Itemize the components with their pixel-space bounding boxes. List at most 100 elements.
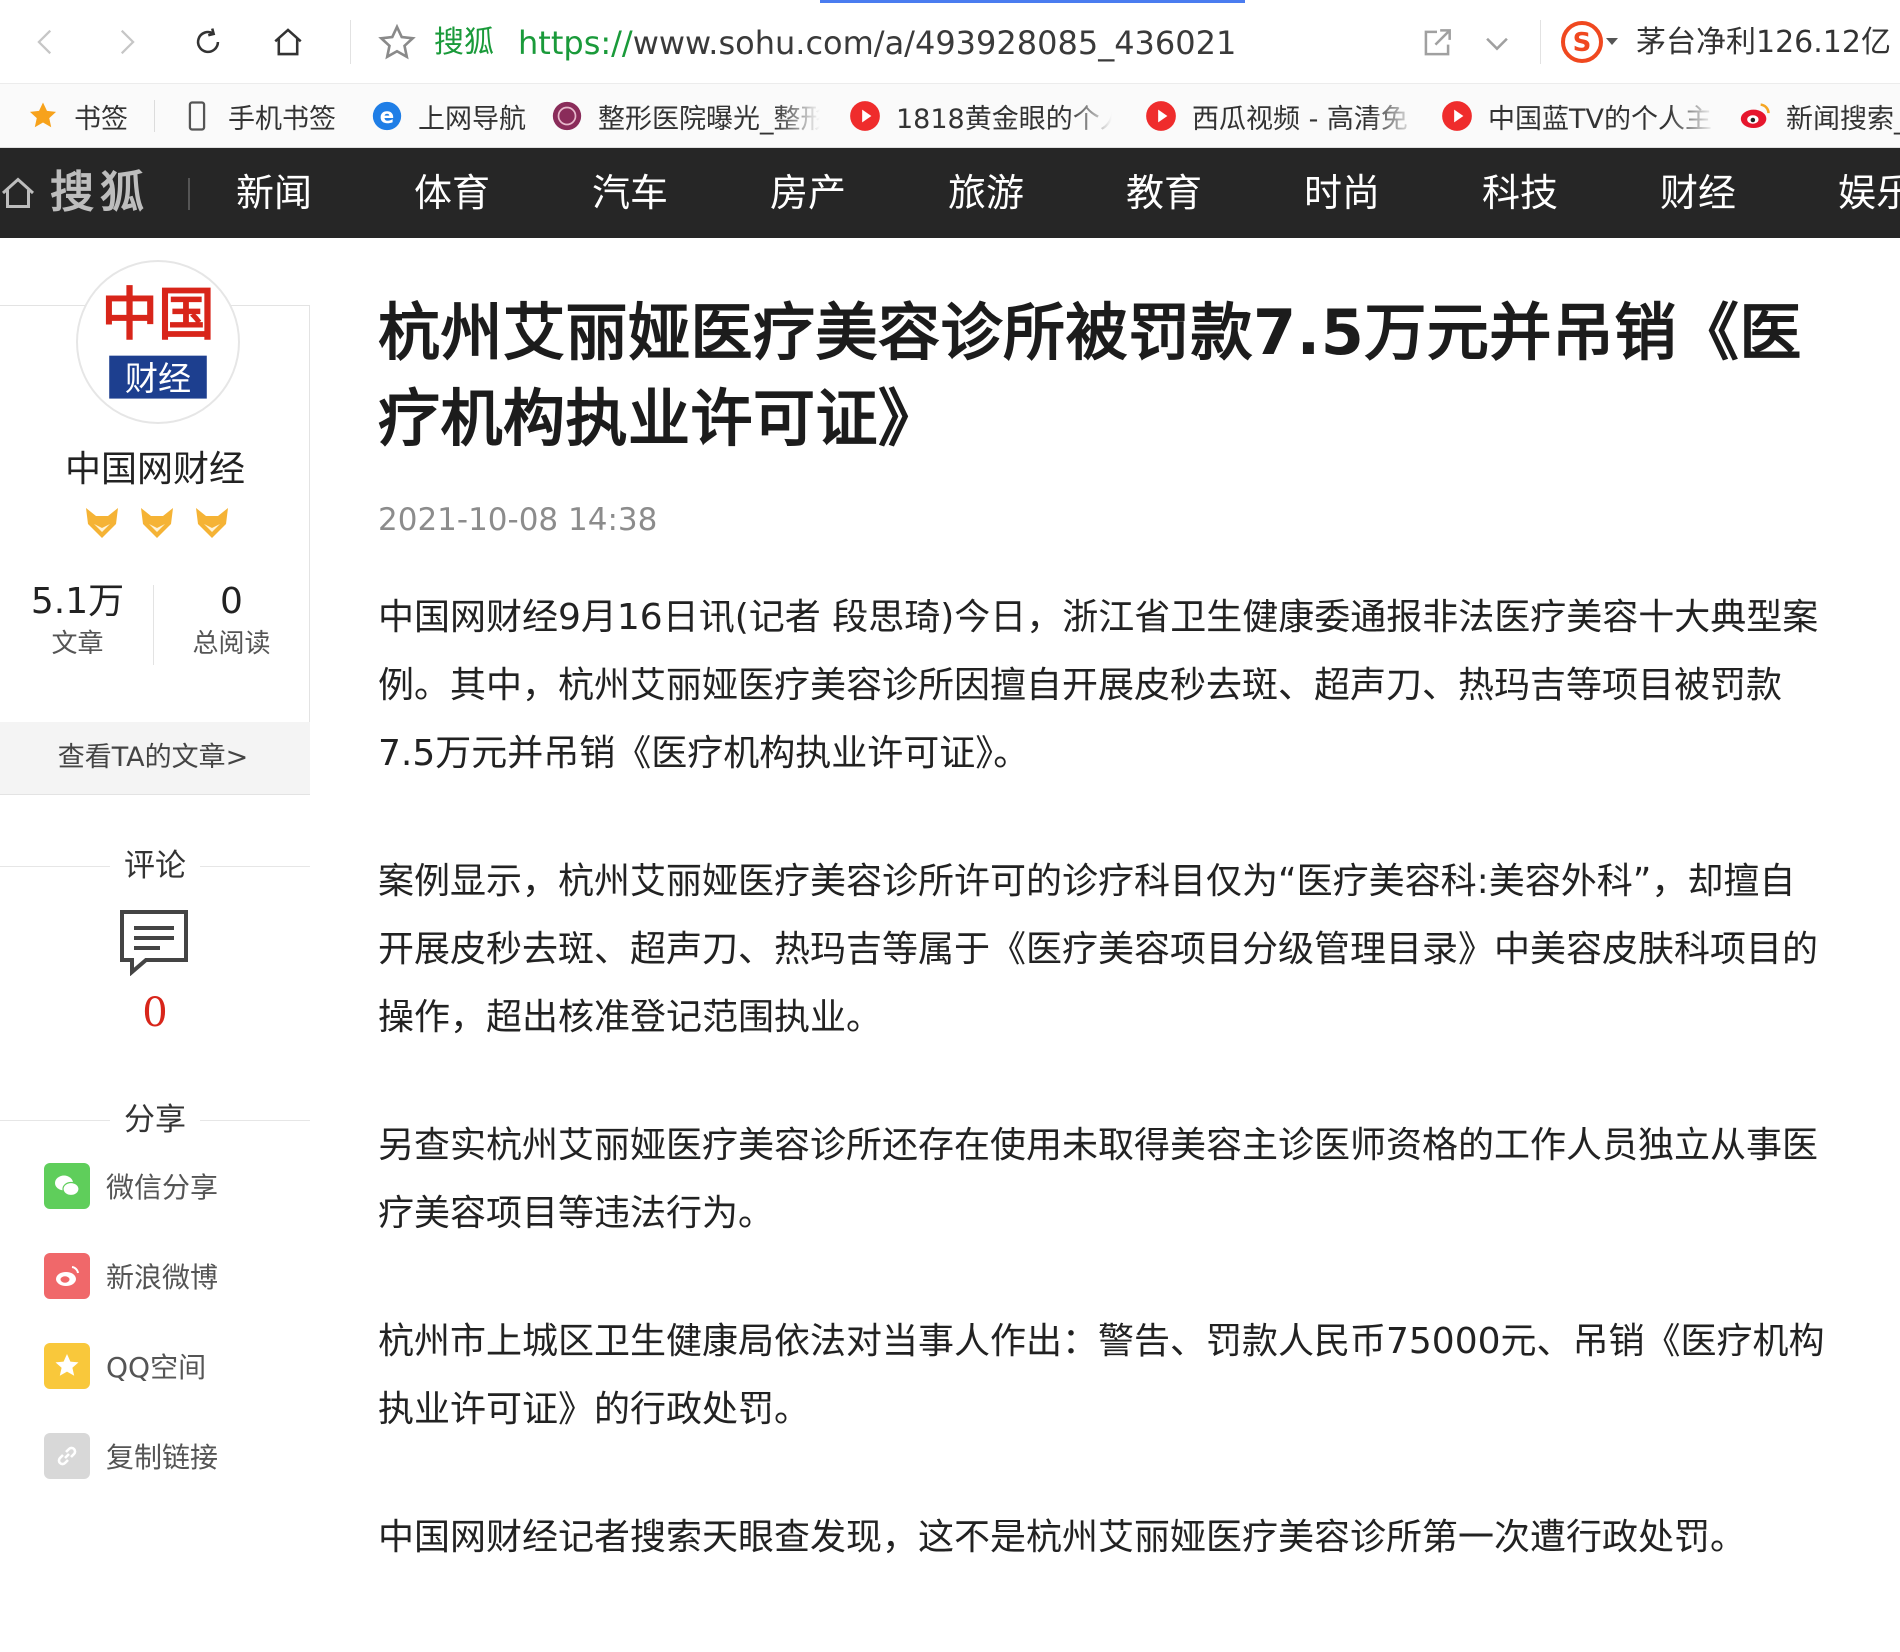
- toolbar-divider: [1540, 20, 1541, 64]
- share-qzone-button[interactable]: QQ空间: [44, 1342, 206, 1390]
- copy-link-button[interactable]: 复制链接: [44, 1432, 218, 1480]
- chevron-right-icon: [120, 29, 135, 55]
- search-box[interactable]: 茅台净利126.12亿: [1636, 22, 1891, 64]
- comments-section-title: 评论: [110, 846, 200, 886]
- bookmark-news-search[interactable]: 新闻搜索_: [1738, 84, 1900, 147]
- address-bar[interactable]: https://www.sohu.com/a/493928085_436021: [518, 22, 1236, 64]
- nav-item-travel[interactable]: 旅游: [948, 170, 1024, 216]
- nav-item-auto[interactable]: 汽车: [592, 170, 668, 216]
- reload-icon: [196, 28, 220, 54]
- bookmark-web-nav[interactable]: e 上网导航: [370, 84, 526, 147]
- nav-item-realestate[interactable]: 房产: [770, 170, 846, 216]
- browser-toolbar: 搜狐 https://www.sohu.com/a/493928085_4360…: [0, 0, 1900, 84]
- bookmark-label: 上网导航: [418, 103, 526, 135]
- play-icon: [1144, 99, 1178, 133]
- articles-count: 5.1万: [30, 581, 125, 622]
- nav-item-education[interactable]: 教育: [1126, 170, 1202, 216]
- avatar-text-top: 中国: [101, 282, 214, 348]
- star-outline-icon: [378, 23, 416, 60]
- bookmark-xigua[interactable]: 西瓜视频 - 高清免: [1144, 84, 1416, 147]
- chevron-down-icon: [1486, 37, 1508, 51]
- bookmark-folder-bookmarks[interactable]: 书签: [26, 84, 128, 147]
- svg-text:S: S: [1573, 28, 1592, 58]
- share-label: QQ空间: [106, 1351, 207, 1384]
- nav-item-entertainment[interactable]: 娱乐: [1838, 170, 1900, 216]
- fox-badge-icon: [141, 508, 173, 538]
- nav-item-news[interactable]: 新闻: [236, 170, 312, 216]
- bookmark-label: 1818黄金眼的个人: [896, 103, 1112, 135]
- bookmark-1818[interactable]: 1818黄金眼的个人: [848, 84, 1112, 147]
- home-button[interactable]: [264, 18, 312, 66]
- share-section-title: 分享: [110, 1100, 200, 1140]
- nav-item-sports[interactable]: 体育: [414, 170, 490, 216]
- wechat-icon: [44, 1163, 90, 1209]
- bookmark-mobile[interactable]: 手机书签: [180, 84, 336, 147]
- author-avatar[interactable]: 中国 财经: [76, 260, 240, 424]
- star-icon: [26, 99, 60, 133]
- article: 杭州艾丽娅医疗美容诊所被罚款7.5万元并吊销《医疗机构执业许可证》 2021-1…: [378, 290, 1828, 1572]
- article-title: 杭州艾丽娅医疗美容诊所被罚款7.5万元并吊销《医疗机构执业许可证》: [378, 296, 1802, 455]
- share-label: 复制链接: [106, 1441, 219, 1474]
- view-author-articles-link[interactable]: 查看TA的文章>: [0, 722, 310, 794]
- weibo-icon: [1738, 99, 1772, 133]
- qzone-star-icon: [44, 1343, 90, 1389]
- share-wechat-button[interactable]: 微信分享: [44, 1162, 218, 1210]
- home-icon: [274, 28, 302, 56]
- share-icon: [1424, 29, 1451, 56]
- forward-button[interactable]: [102, 18, 150, 66]
- home-icon[interactable]: [0, 174, 36, 212]
- sohu-logo[interactable]: 搜狐: [50, 166, 150, 220]
- article-paragraph: 杭州市上城区卫生健康局依法对当事人作出：警告、罚款人民币75000元、吊销《医疗…: [378, 1321, 1825, 1430]
- bookmark-label: 中国蓝TV的个人主: [1488, 103, 1712, 135]
- article-paragraph: 中国网财经9月16日讯(记者 段思琦)今日，浙江省卫生健康委通报非法医疗美容十大…: [378, 597, 1819, 774]
- articles-label: 文章: [51, 629, 104, 659]
- bookmark-cztv[interactable]: 中国蓝TV的个人主: [1440, 84, 1714, 147]
- article-paragraph: 案例显示，杭州艾丽娅医疗美容诊所许可的诊疗科目仅为“医疗美容科:美容外科”，却擅…: [378, 861, 1819, 1038]
- back-button[interactable]: [22, 18, 70, 66]
- search-engine-dropdown-caret[interactable]: [1606, 38, 1618, 45]
- comment-icon[interactable]: [118, 908, 190, 977]
- ie-icon: e: [370, 99, 404, 133]
- publish-time: 2021-10-08 14:38: [378, 502, 658, 538]
- fox-badge-icon: [196, 508, 228, 538]
- reload-button[interactable]: [184, 18, 232, 66]
- url-protocol: https://: [518, 24, 633, 62]
- stat-articles: 5.1万 文章: [0, 580, 155, 664]
- weibo-icon: [44, 1253, 90, 1299]
- site-navigation-bar: 搜狐 新闻 体育 汽车 房产 旅游 教育 时尚 科技 财经 娱乐: [0, 148, 1900, 238]
- play-icon: [1440, 99, 1474, 133]
- bookmarks-bar: 书签 手机书签 e 上网导航 整形医院曝光_整形 1818黄金眼的个人 西瓜视频…: [0, 84, 1900, 148]
- hospital-logo-icon: [550, 99, 584, 133]
- toolbar-divider: [350, 20, 351, 64]
- author-name[interactable]: 中国网财经: [0, 440, 310, 492]
- bookmark-label: 整形医院曝光_整形: [598, 103, 820, 135]
- nav-divider: [188, 178, 190, 210]
- nav-item-fashion[interactable]: 时尚: [1304, 170, 1380, 216]
- fox-badge-icon: [86, 508, 118, 538]
- reads-label: 总阅读: [192, 629, 271, 659]
- article-paragraph: 中国网财经记者搜索天眼查发现，这不是杭州艾丽娅医疗美容诊所第一次遭行政处罚。: [378, 1517, 1747, 1558]
- nav-item-tech[interactable]: 科技: [1482, 170, 1558, 216]
- share-weibo-button[interactable]: 新浪微博: [44, 1252, 218, 1300]
- stat-reads: 0 总阅读: [154, 580, 309, 664]
- svg-text:e: e: [380, 104, 394, 129]
- author-badges: [82, 504, 232, 540]
- link-icon: [44, 1433, 90, 1479]
- share-label: 新浪微博: [106, 1261, 219, 1294]
- comment-count[interactable]: 0: [0, 990, 310, 1036]
- share-page-button[interactable]: [1418, 24, 1456, 62]
- bookmark-star-button[interactable]: [376, 22, 418, 64]
- sogou-search-engine-icon[interactable]: S: [1560, 20, 1604, 64]
- url-text: www.sohu.com/a/493928085_436021: [632, 24, 1237, 62]
- phone-icon: [180, 99, 214, 133]
- article-paragraph: 另查实杭州艾丽娅医疗美容诊所还存在使用未取得美容主诊医师资格的工作人员独立从事医…: [378, 1125, 1819, 1234]
- nav-item-finance[interactable]: 财经: [1660, 170, 1736, 216]
- play-icon: [848, 99, 882, 133]
- site-name-label: 搜狐: [434, 25, 494, 60]
- bookmark-hospital[interactable]: 整形医院曝光_整形: [550, 84, 820, 147]
- address-dropdown-button[interactable]: [1480, 26, 1514, 60]
- reads-count: 0: [220, 581, 243, 622]
- bookmark-label: 手机书签: [228, 103, 336, 135]
- page-load-progress: [820, 0, 1245, 3]
- share-label: 微信分享: [106, 1171, 219, 1204]
